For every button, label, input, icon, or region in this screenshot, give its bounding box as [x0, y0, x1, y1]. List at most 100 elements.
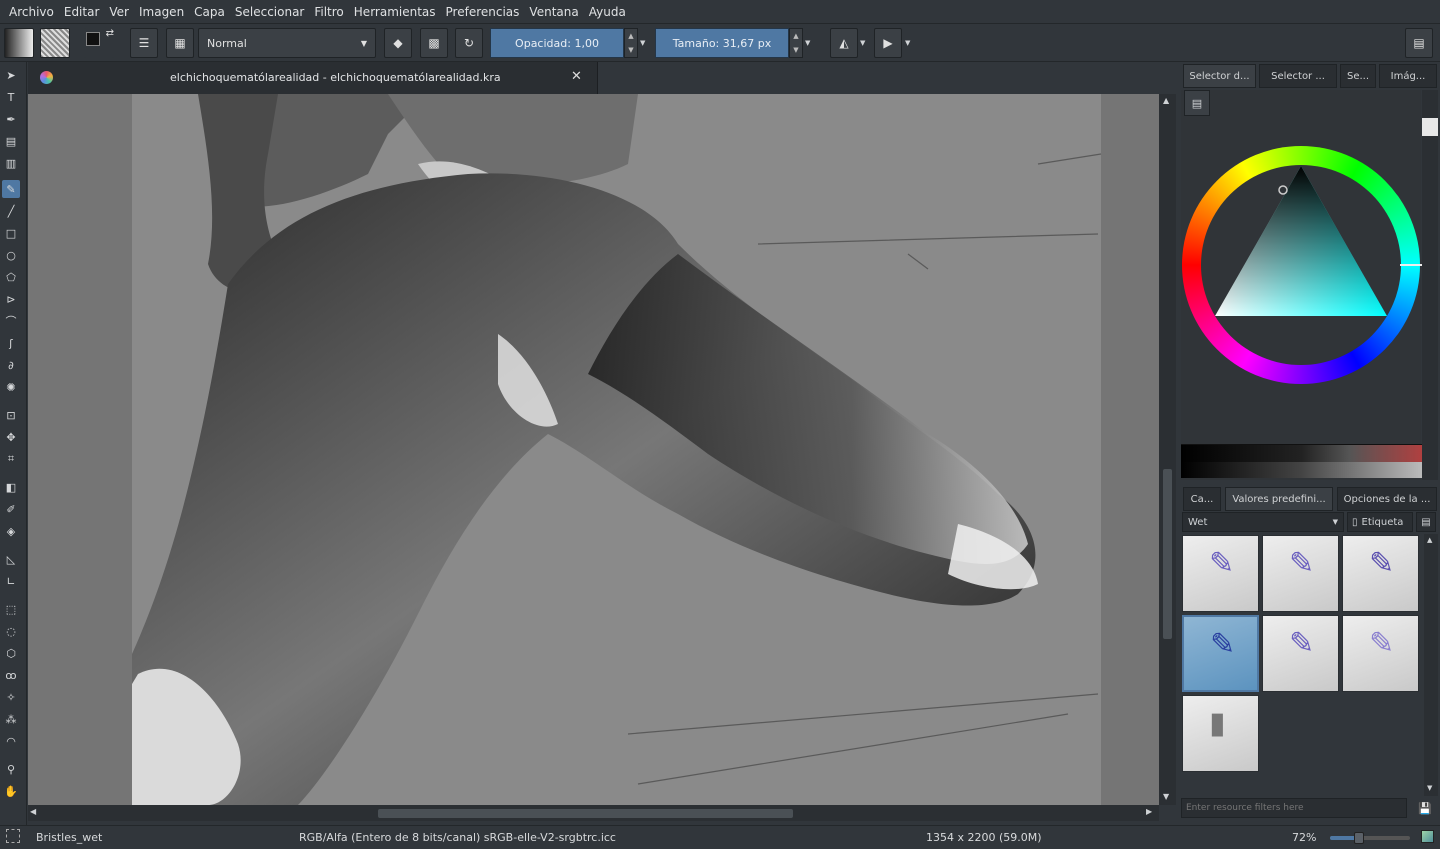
- scroll-up-icon[interactable]: ▲: [1163, 96, 1169, 105]
- reload-preset-button[interactable]: ↻: [455, 28, 483, 58]
- scroll-right-icon[interactable]: ▶: [1146, 807, 1152, 816]
- freehand-select-tool[interactable]: ꝏ: [2, 666, 20, 684]
- measure-tool[interactable]: ∟: [2, 572, 20, 590]
- mirror-horizontal-menu-icon[interactable]: ▼: [860, 39, 865, 47]
- resource-filter-input[interactable]: [1181, 798, 1407, 818]
- freehand-brush-tool[interactable]: ✎: [2, 180, 20, 198]
- color-panel-scrollbar[interactable]: [1422, 90, 1438, 480]
- similar-select-tool[interactable]: ⁂: [2, 710, 20, 728]
- menu-editar[interactable]: Editar: [59, 5, 105, 19]
- text-tool[interactable]: T: [2, 88, 20, 106]
- mirror-vertical-button[interactable]: ▶: [874, 28, 902, 58]
- preset-item-1[interactable]: ✎: [1182, 535, 1259, 612]
- tab-presets[interactable]: Valores predefini...: [1225, 487, 1333, 511]
- opacity-slider[interactable]: Opacidad: 1,00: [490, 28, 624, 58]
- polygon-select-tool[interactable]: ⬡: [2, 644, 20, 662]
- preserve-alpha-button[interactable]: ▩: [420, 28, 448, 58]
- opacity-menu-icon[interactable]: ▼: [640, 39, 645, 47]
- edit-shapes-tool[interactable]: ▤: [2, 132, 20, 150]
- size-menu-icon[interactable]: ▼: [805, 39, 810, 47]
- preset-chooser-button[interactable]: ▦: [166, 28, 194, 58]
- color-selector-settings-button[interactable]: ▤: [1184, 90, 1210, 116]
- preset-view-button[interactable]: ▤: [1416, 512, 1436, 532]
- menu-imagen[interactable]: Imagen: [134, 5, 189, 19]
- toolbar-menu-button[interactable]: ▤: [1405, 28, 1433, 58]
- pattern-selector[interactable]: [40, 28, 70, 58]
- move-tool[interactable]: ✥: [2, 428, 20, 446]
- ellipse-select-tool[interactable]: ◌: [2, 622, 20, 640]
- preset-item-7[interactable]: ▮: [1182, 695, 1259, 772]
- close-icon[interactable]: ✕: [571, 69, 582, 84]
- gradient-tool[interactable]: ◧: [2, 478, 20, 496]
- pan-tool[interactable]: ✋: [2, 782, 20, 800]
- horizontal-scroll-thumb[interactable]: [378, 809, 793, 818]
- tab-images[interactable]: Imág...: [1379, 64, 1437, 88]
- freehand-path-tool[interactable]: ʃ: [2, 334, 20, 352]
- polyline-tool[interactable]: ⊳: [2, 290, 20, 308]
- gradient-edit-tool[interactable]: ▥: [2, 154, 20, 172]
- opacity-stepper[interactable]: ▲ ▼: [624, 28, 638, 58]
- mirror-horizontal-button[interactable]: ◭: [830, 28, 858, 58]
- color-picker-tool[interactable]: ✐: [2, 500, 20, 518]
- zoom-slider-handle[interactable]: [1354, 832, 1364, 844]
- preset-item-2[interactable]: ✎: [1262, 535, 1339, 612]
- menu-ver[interactable]: Ver: [104, 5, 134, 19]
- menu-seleccionar[interactable]: Seleccionar: [230, 5, 309, 19]
- menu-preferencias[interactable]: Preferencias: [441, 5, 525, 19]
- tab-tool-options[interactable]: Opciones de la ...: [1337, 487, 1437, 511]
- preset-item-5[interactable]: ✎: [1262, 615, 1339, 692]
- menu-ventana[interactable]: Ventana: [524, 5, 583, 19]
- preset-filter-select[interactable]: Wet ▼: [1182, 512, 1344, 532]
- scroll-down-icon[interactable]: ▼: [1163, 792, 1169, 801]
- bezier-tool[interactable]: ⌒: [2, 312, 20, 330]
- scroll-up-icon[interactable]: ▲: [1427, 536, 1432, 544]
- rectangle-tool[interactable]: □: [2, 224, 20, 242]
- mirror-vertical-menu-icon[interactable]: ▼: [905, 39, 910, 47]
- vertical-scrollbar[interactable]: ▲ ▼: [1159, 94, 1176, 805]
- menu-capa[interactable]: Capa: [189, 5, 230, 19]
- save-filter-button[interactable]: 💾: [1415, 798, 1435, 818]
- preset-scrollbar[interactable]: ▲ ▼: [1424, 534, 1438, 796]
- fill-tool[interactable]: ◈: [2, 522, 20, 540]
- swap-colors-icon[interactable]: ⇄: [106, 28, 114, 39]
- multibrush-tool[interactable]: ✺: [2, 378, 20, 396]
- selection-icon[interactable]: [6, 829, 20, 843]
- tab-selector-color-2[interactable]: Selector ...: [1259, 64, 1337, 88]
- assistant-tool[interactable]: ◺: [2, 550, 20, 568]
- color-triangle[interactable]: [1209, 162, 1394, 322]
- menu-herramientas[interactable]: Herramientas: [349, 5, 441, 19]
- scroll-left-icon[interactable]: ◀: [30, 807, 36, 816]
- size-slider[interactable]: Tamaño: 31,67 px: [655, 28, 789, 58]
- zoom-tool[interactable]: ⚲: [2, 760, 20, 778]
- ellipse-tool[interactable]: ○: [2, 246, 20, 264]
- vertical-scroll-thumb[interactable]: [1163, 469, 1172, 639]
- tag-button[interactable]: ▯ Etiqueta: [1347, 512, 1413, 532]
- polygon-tool[interactable]: ⬠: [2, 268, 20, 286]
- eraser-mode-button[interactable]: ◆: [384, 28, 412, 58]
- bezier-select-tool[interactable]: ◠: [2, 732, 20, 750]
- tab-se[interactable]: Se...: [1340, 64, 1376, 88]
- scroll-down-icon[interactable]: ▼: [1427, 784, 1432, 792]
- preset-item-4[interactable]: ✎: [1182, 615, 1259, 692]
- fg-bg-color-swatch[interactable]: ⇄: [84, 28, 114, 58]
- select-shapes-tool[interactable]: ➤: [2, 66, 20, 84]
- transform-tool[interactable]: ⊡: [2, 406, 20, 424]
- dynamic-brush-tool[interactable]: ∂: [2, 356, 20, 374]
- menu-filtro[interactable]: Filtro: [309, 5, 348, 19]
- canvas[interactable]: [28, 94, 1159, 805]
- zoom-slider[interactable]: [1330, 832, 1410, 844]
- blend-mode-select[interactable]: Normal ▼: [198, 28, 376, 58]
- contiguous-select-tool[interactable]: ✧: [2, 688, 20, 706]
- tab-ca[interactable]: Ca...: [1183, 487, 1221, 511]
- calligraphy-tool[interactable]: ✒: [2, 110, 20, 128]
- color-history-gray-bar[interactable]: [1181, 462, 1422, 478]
- horizontal-scrollbar[interactable]: ◀ ▶: [28, 805, 1159, 821]
- color-panel-scroll-thumb[interactable]: [1422, 118, 1438, 136]
- tab-selector-color-1[interactable]: Selector d...: [1183, 64, 1256, 88]
- preset-item-6[interactable]: ✎: [1342, 615, 1419, 692]
- preset-item-3[interactable]: ✎: [1342, 535, 1419, 612]
- size-stepper[interactable]: ▲ ▼: [789, 28, 803, 58]
- document-tab[interactable]: elchichoquematólarealidad - elchichoquem…: [28, 62, 598, 94]
- canvas-only-icon[interactable]: [1421, 830, 1434, 843]
- crop-tool[interactable]: ⌗: [2, 450, 20, 468]
